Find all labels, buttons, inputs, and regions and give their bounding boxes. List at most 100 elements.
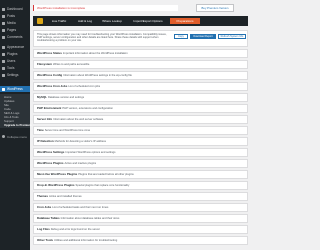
row-title: Drop-In WordPress Plugins — [37, 183, 75, 188]
tab-preparations[interactable]: Preparations — [170, 18, 200, 24]
sidebar-item-label: Tools — [7, 66, 15, 70]
sidebar-item-label: Media — [7, 21, 16, 25]
sidebar-item-tools[interactable]: Tools — [0, 65, 30, 71]
sidebar-item-label: Users — [7, 59, 16, 63]
admin-sidebar: Dashboard Posts Media Pages Comments App… — [0, 0, 32, 250]
row-desc: Plugins that are loaded before all other… — [78, 172, 134, 176]
section-row-wordpress-plugins[interactable]: WordPress Plugins Active and inactive plu… — [33, 159, 248, 168]
dashboard-icon — [2, 7, 5, 11]
sidebar-item-comments[interactable]: Comments — [0, 34, 30, 40]
sidebar-item-posts[interactable]: Posts — [0, 13, 30, 19]
admin-notice: WordPress installation is incomplete — [33, 5, 178, 11]
sidebar-item-label: Appearance — [7, 45, 25, 49]
section-row-database-tables[interactable]: Database Tables Information about databas… — [33, 214, 248, 223]
section-row-filesystem[interactable]: Filesystem Writes to and paths accessible — [33, 60, 248, 69]
tab-import-export[interactable]: Import/Export Options — [128, 18, 168, 24]
row-title: Log Files — [37, 227, 50, 232]
section-row-wordpress-settings[interactable]: WordPress Settings Important WordPress op… — [33, 148, 248, 157]
sidebar-item-appearance[interactable]: Appearance — [0, 44, 30, 50]
intro-panel: This page shows information you may need… — [33, 30, 248, 47]
sidebar-item-wordpress[interactable]: WordPress — [0, 86, 30, 92]
section-row-other-tools[interactable]: Other Tools Utilities and additional info… — [33, 236, 248, 245]
copy-button[interactable]: Copy — [174, 34, 188, 39]
sidebar-item-media[interactable]: Media — [0, 20, 30, 26]
section-row-wordpress-config[interactable]: WordPress Config Information about WordPr… — [33, 71, 248, 80]
row-desc: Special plugins that replace core functi… — [75, 183, 130, 187]
row-title: Themes — [37, 194, 48, 199]
section-row-log-files[interactable]: Log Files Debug and error logs found on t… — [33, 225, 248, 234]
row-title: Cron Jobs — [37, 205, 52, 210]
media-icon — [2, 21, 5, 25]
sidebar-item-label: Posts — [7, 14, 15, 18]
section-row-themes[interactable]: Themes Active and installed themes — [33, 192, 248, 201]
section-row-wordpress-status[interactable]: WordPress Status Important information ab… — [33, 49, 248, 58]
sidebar-item-label: Plugins — [7, 52, 18, 56]
settings-icon — [2, 73, 5, 77]
section-row-dropin-plugins[interactable]: Drop-In WordPress Plugins Special plugins… — [33, 181, 248, 190]
row-desc: Database version and settings — [47, 95, 85, 99]
tab-live-traffic[interactable]: Live Traffic — [46, 18, 72, 24]
row-desc: List of scheduled tasks and their next r… — [52, 205, 109, 209]
comment-icon — [2, 35, 5, 39]
row-title: MySQL — [37, 95, 47, 100]
refresh-system-info-button[interactable]: Refresh System Info — [218, 34, 246, 39]
row-title: Filesystem — [37, 62, 52, 67]
row-desc: Server time and WordPress time zone — [44, 128, 91, 132]
download-report-button[interactable]: Download Report — [190, 34, 216, 39]
plugin-header: Live Traffic Add & Log Where Lookup Impo… — [33, 16, 248, 26]
row-title: Other Tools — [37, 238, 54, 243]
sidebar-item-settings[interactable]: Settings — [0, 72, 30, 78]
section-row-mysql[interactable]: MySQL Database version and settings — [33, 93, 248, 102]
section-row-time[interactable]: Time Server time and WordPress time zone — [33, 126, 248, 135]
row-title: WordPress Status — [37, 51, 62, 56]
row-title: Must-Use WordPress Plugins — [37, 172, 78, 177]
sidebar-item-users[interactable]: Users — [0, 58, 30, 64]
collapse-icon — [2, 135, 5, 138]
row-title: WordPress Config — [37, 73, 63, 78]
row-desc: Important WordPress options and settings — [65, 150, 116, 154]
sidebar-item-label: Pages — [7, 28, 17, 32]
row-title: WordPress Cron Jobs — [37, 84, 68, 89]
notice-text: WordPress installation is incomplete — [37, 6, 86, 10]
row-title: Database Tables — [37, 216, 60, 221]
row-desc: Utilities and additional information for… — [54, 238, 118, 242]
row-title: PHP Environment — [37, 106, 62, 111]
user-icon — [2, 59, 5, 63]
sidebar-item-plugins[interactable]: Plugins — [0, 51, 30, 57]
tab-add-log[interactable]: Add & Log — [74, 18, 96, 24]
row-desc: PHP version, extensions and configuratio… — [62, 106, 113, 110]
buy-premium-button[interactable]: Buy Premium Version — [196, 4, 234, 12]
row-desc: Active and inactive plugins — [64, 161, 97, 165]
wrench-icon — [2, 66, 5, 70]
row-desc: Active and installed themes — [48, 194, 82, 198]
buy-premium-label: Buy Premium Version — [201, 6, 229, 10]
collapse-menu-button[interactable]: Collapse menu — [0, 134, 30, 139]
row-desc: Information about WordPress settings in … — [63, 73, 132, 77]
row-desc: Information about database tables and th… — [60, 216, 120, 220]
collapse-menu-label: Collapse menu — [7, 134, 28, 139]
submenu-item-current[interactable]: Upgrade to Premium — [4, 123, 32, 127]
section-row-ip-detection[interactable]: IP Detection Methods for detecting a visi… — [33, 137, 248, 146]
section-row-cron-jobs[interactable]: Cron Jobs List of scheduled tasks and the… — [33, 203, 248, 212]
section-row-wordpress-cron[interactable]: WordPress Cron Jobs List of scheduled cro… — [33, 82, 248, 91]
sidebar-item-label: Settings — [7, 73, 19, 77]
wordpress-icon — [2, 87, 5, 91]
row-desc: Writes to and paths accessible — [52, 62, 90, 66]
sidebar-item-pages[interactable]: Pages — [0, 27, 30, 33]
section-row-mu-plugins[interactable]: Must-Use WordPress Plugins Plugins that a… — [33, 170, 248, 179]
row-desc: List of scheduled cron jobs — [68, 84, 101, 88]
sidebar-item-label: Dashboard — [7, 7, 23, 11]
row-desc: Methods for detecting a visitor's IP add… — [54, 139, 106, 143]
row-title: Time — [37, 128, 44, 133]
row-title: IP Detection — [37, 139, 54, 144]
pin-icon — [2, 14, 5, 18]
section-row-server-info[interactable]: Server Info Information about the web ser… — [33, 115, 248, 124]
brush-icon — [2, 45, 5, 49]
row-desc: Information about the web server softwar… — [53, 117, 104, 121]
section-row-php-environment[interactable]: PHP Environment PHP version, extensions a… — [33, 104, 248, 113]
pages-icon — [2, 28, 5, 32]
plugin-icon — [2, 52, 5, 56]
sidebar-item-dashboard[interactable]: Dashboard — [0, 6, 30, 12]
row-desc: Debug and error logs found on the server — [50, 227, 100, 231]
tab-where-lookup[interactable]: Where Lookup — [98, 18, 126, 24]
